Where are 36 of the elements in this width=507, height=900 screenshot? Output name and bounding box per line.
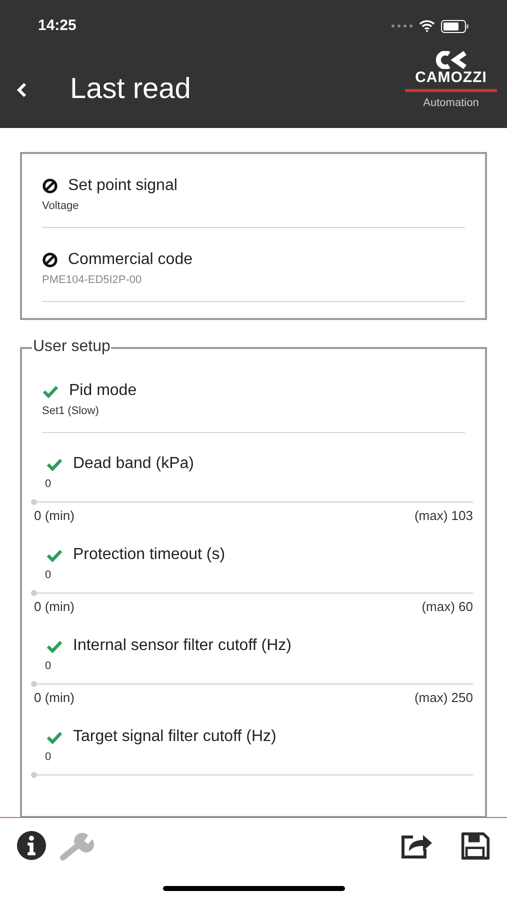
setting-value: Set1 (Slow) (42, 404, 100, 418)
setting-value: 0 (44, 477, 52, 491)
setting-value: 0 (44, 659, 52, 673)
setting-value: 0 (44, 750, 52, 764)
setting-label: Set point signal (68, 176, 178, 196)
logo-tagline: Automation (423, 96, 479, 111)
setting-label: Protection timeout (s) (73, 545, 226, 565)
status-time: 14:25 (38, 16, 76, 36)
setting-value: PME104-ED5I2P-00 (42, 273, 143, 287)
save-icon[interactable] (459, 830, 491, 860)
slider-thumb[interactable] (31, 772, 37, 778)
max-label: (max) 60 (422, 599, 473, 615)
slider-thumb[interactable] (31, 499, 37, 505)
logo-icon (435, 50, 467, 69)
logo-wordmark: CAMOZZI (415, 68, 487, 87)
panel-title: User setup (32, 338, 112, 356)
setting-label: Pid mode (69, 381, 137, 401)
min-label: 0 (min) (34, 690, 74, 706)
signal-icon (391, 24, 413, 28)
back-icon[interactable] (16, 82, 28, 98)
info-icon[interactable] (16, 830, 47, 861)
max-label: (max) 103 (414, 508, 473, 524)
max-label: (max) 250 (414, 690, 473, 706)
wifi-icon (419, 20, 435, 32)
slider-thumb[interactable] (31, 590, 37, 596)
setting-label: Dead band (kPa) (73, 454, 194, 474)
setting-value: Voltage (42, 199, 80, 213)
setting-label: Commercial code (68, 250, 192, 270)
setting-label: Target signal filter cutoff (Hz) (73, 727, 276, 747)
min-label: 0 (min) (34, 508, 74, 524)
page-title: Last read (70, 72, 192, 108)
battery-icon (441, 20, 469, 32)
setting-label: Internal sensor filter cutoff (Hz) (73, 636, 292, 656)
slider-thumb[interactable] (31, 681, 37, 687)
setting-value: 0 (44, 568, 52, 582)
min-label: 0 (min) (34, 599, 74, 615)
